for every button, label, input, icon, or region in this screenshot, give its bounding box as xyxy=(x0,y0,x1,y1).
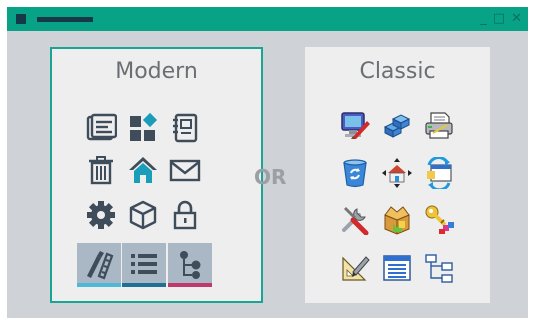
tree-icon xyxy=(180,251,201,279)
window-list-icon xyxy=(381,252,413,284)
home-icon xyxy=(127,154,159,186)
window-title-placeholder xyxy=(37,17,93,22)
modern-title: Modern xyxy=(115,59,198,84)
tile-indicator-bar xyxy=(122,283,166,287)
key-cubes-icon xyxy=(423,203,455,235)
printer-icon xyxy=(423,109,455,141)
tools-icon xyxy=(339,203,371,235)
package-icon xyxy=(381,203,413,235)
title-bar[interactable]: _ □ ✕ xyxy=(7,7,528,31)
list-icon xyxy=(131,254,157,274)
close-button[interactable]: ✕ xyxy=(511,10,522,28)
lock-icon xyxy=(169,199,201,231)
or-separator: OR xyxy=(254,165,287,189)
trash-icon xyxy=(85,154,117,186)
cube-icon xyxy=(127,199,159,231)
list-tile[interactable] xyxy=(122,243,166,287)
classic-title: Classic xyxy=(359,59,436,84)
pen-ruler-icon xyxy=(87,251,114,280)
blocks-icon xyxy=(381,109,413,141)
tree-tile[interactable] xyxy=(168,243,212,287)
modern-style-panel[interactable]: Modern xyxy=(50,47,263,303)
window-controls: _ □ ✕ xyxy=(480,10,522,28)
tile-indicator-bar xyxy=(77,283,121,287)
mail-icon xyxy=(169,154,201,186)
move-house-icon xyxy=(381,157,413,189)
ruler-pen-icon xyxy=(339,252,371,284)
tile-indicator-bar xyxy=(168,283,212,287)
app-icon xyxy=(16,14,26,24)
apps-grid-icon xyxy=(127,112,159,144)
classic-style-panel[interactable]: Classic xyxy=(305,47,490,303)
computer-brush-icon xyxy=(339,109,371,141)
gear-icon xyxy=(85,199,117,231)
pen-ruler-tile[interactable] xyxy=(77,243,121,287)
hierarchy-icon xyxy=(423,252,455,284)
sync-icon xyxy=(423,157,455,189)
recycle-bin-icon xyxy=(339,157,371,189)
notebook-icon xyxy=(169,112,201,144)
maximize-button[interactable]: □ xyxy=(493,10,505,28)
tasks-icon xyxy=(85,112,117,144)
minimize-button[interactable]: _ xyxy=(480,10,487,28)
